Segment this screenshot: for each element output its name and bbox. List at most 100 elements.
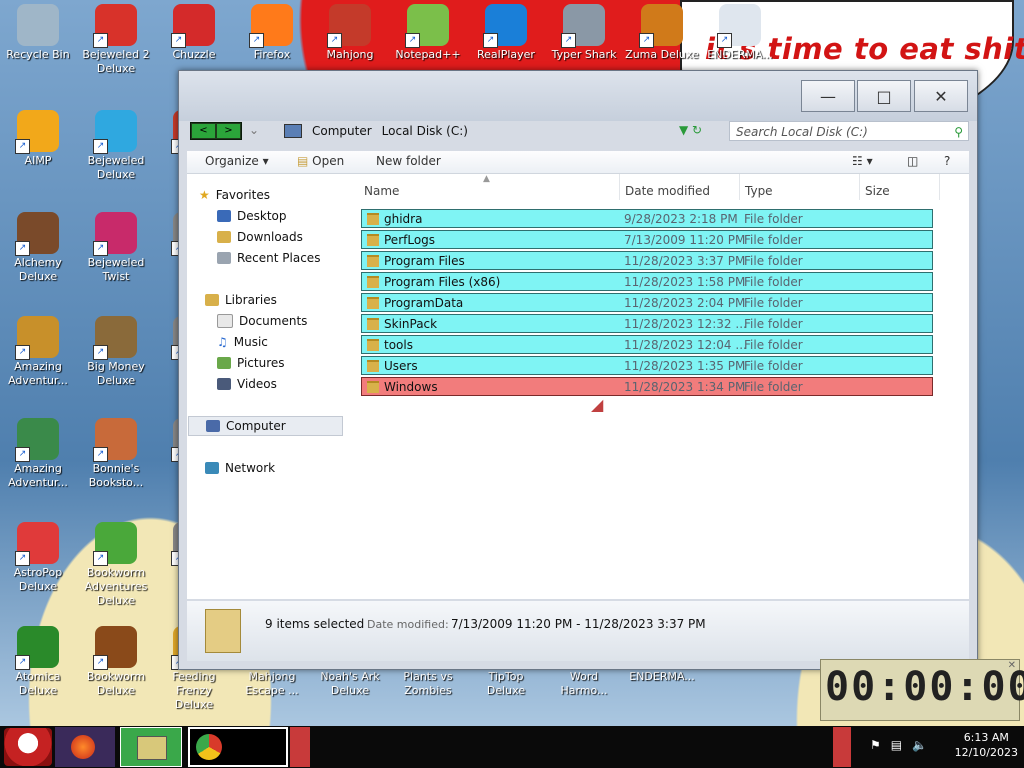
file-row[interactable]: Users 11/28/2023 1:35 PM File folder: [361, 356, 933, 375]
close-button[interactable]: ✕: [914, 80, 968, 112]
open-button[interactable]: ▤ Open: [297, 154, 344, 168]
desktop-icon-item[interactable]: ↗ENDERMA...: [702, 4, 778, 62]
breadcrumb[interactable]: Computer Local Disk (C:): [284, 121, 468, 141]
file-date: 11/28/2023 1:35 PM: [624, 359, 746, 373]
back-button[interactable]: <: [192, 124, 215, 138]
nav-favorites-label: Favorites: [215, 188, 270, 202]
nav-desktop[interactable]: Desktop: [217, 209, 287, 223]
desktop-icon-item[interactable]: ↗ Notepad++: [390, 4, 466, 62]
search-icon[interactable]: ⚲: [954, 122, 963, 142]
file-date: 11/28/2023 1:58 PM: [624, 275, 746, 289]
file-row[interactable]: SkinPack 11/28/2023 12:32 ... File folder: [361, 314, 933, 333]
taskbar-chrome[interactable]: [188, 727, 288, 767]
nav-recent-places[interactable]: Recent Places: [217, 251, 320, 265]
shortcut-arrow-icon: ↗: [405, 33, 420, 48]
nav-computer[interactable]: Computer: [188, 416, 343, 436]
column-separator[interactable]: [619, 174, 620, 200]
recent-pages-icon[interactable]: ⌄: [249, 123, 259, 137]
column-separator[interactable]: [739, 174, 740, 200]
maximize-icon: □: [876, 86, 892, 106]
desktop-icon-label: Bejeweled Twist: [87, 256, 145, 283]
desktop-icon-item[interactable]: ↗ Firefox: [234, 4, 310, 62]
file-row[interactable]: Program Files 11/28/2023 3:37 PM File fold…: [361, 251, 933, 270]
file-row[interactable]: Program Files (x86) 11/28/2023 1:58 PM Fil…: [361, 272, 933, 291]
file-row[interactable]: ghidra 9/28/2023 2:18 PM File folder: [361, 209, 933, 228]
maximize-button[interactable]: □: [857, 80, 911, 112]
desktop-icon-label: Typer Shark: [551, 48, 617, 61]
help-icon[interactable]: ?: [944, 154, 950, 168]
forward-button[interactable]: >: [217, 124, 240, 138]
desktop-icon-item[interactable]: ↗ AstroPop Deluxe: [0, 522, 76, 594]
desktop-icon-item[interactable]: ↗ Amazing Adventur...: [0, 418, 76, 490]
desktop-icon-label: ENDERMA...: [629, 670, 695, 683]
nav-music[interactable]: ♫ Music: [217, 335, 268, 349]
desktop-icon-item[interactable]: ↗ Bonnie's Booksto...: [78, 418, 154, 490]
desktop-icon-item[interactable]: ↗ Bookworm Deluxe: [78, 626, 154, 698]
new-folder-button[interactable]: New folder: [376, 154, 441, 168]
file-row[interactable]: ProgramData 11/28/2023 2:04 PM File folder: [361, 293, 933, 312]
minimize-button[interactable]: —: [801, 80, 855, 112]
desktop-icon-item[interactable]: ↗ Zuma Deluxe: [624, 4, 700, 62]
explorer-window[interactable]: — □ ✕ < > ⌄ Computer Local Disk (C:) ▼ ↻…: [178, 70, 978, 670]
breadcrumb-local-disk[interactable]: Local Disk (C:): [382, 124, 468, 138]
desktop-icon-item[interactable]: ↗ Bejeweled Deluxe: [78, 110, 154, 182]
taskbar-explorer[interactable]: [120, 727, 182, 767]
column-name[interactable]: Name: [364, 184, 399, 198]
shortcut-arrow-icon: ↗: [93, 447, 108, 462]
desktop-icon-item[interactable]: Recycle Bin: [0, 4, 76, 62]
file-type: File folder: [744, 380, 803, 394]
desktop-icon-item[interactable]: ↗ Bejeweled Twist: [78, 212, 154, 284]
title-bar[interactable]: — □ ✕: [179, 71, 977, 121]
date-modified-label: Date modified:: [367, 618, 449, 631]
desktop-icon-item[interactable]: ↗ AIMP: [0, 110, 76, 168]
nav-downloads[interactable]: Downloads: [217, 230, 303, 244]
refresh-icon[interactable]: ▼ ↻: [679, 123, 702, 137]
network-tray-icon[interactable]: ▤: [891, 738, 902, 752]
organize-button[interactable]: Organize ▾: [205, 154, 269, 168]
desktop-icon-item[interactable]: ↗ Bejeweled 2 Deluxe: [78, 4, 154, 76]
desktop-icon-item[interactable]: ↗ Atomica Deluxe: [0, 626, 76, 698]
column-separator[interactable]: [859, 174, 860, 200]
timer-close-icon[interactable]: ✕: [1008, 660, 1016, 671]
desktop-icon-item[interactable]: ↗ Mahjong: [312, 4, 388, 62]
nav-network[interactable]: Network: [205, 461, 275, 475]
file-row[interactable]: tools 11/28/2023 12:04 ... File folder: [361, 335, 933, 354]
search-input[interactable]: Search Local Disk (C:) ⚲: [729, 121, 969, 141]
volume-icon[interactable]: 🔈: [912, 738, 927, 752]
folder-icon: [367, 381, 379, 393]
nav-libraries[interactable]: Libraries: [205, 293, 277, 307]
timer-widget[interactable]: 00:00:00 ✕: [820, 659, 1024, 721]
column-size[interactable]: Size: [865, 184, 890, 198]
recycle-bin-icon: [17, 4, 59, 46]
view-options-icon[interactable]: ☷ ▾: [852, 154, 873, 168]
desktop-icon-item[interactable]: ↗ Typer Shark: [546, 4, 622, 62]
nav-documents[interactable]: Documents: [217, 314, 307, 328]
start-button[interactable]: [4, 728, 52, 766]
file-name: Windows: [384, 380, 438, 394]
clock[interactable]: 6:13 AM 12/10/2023: [955, 730, 1018, 760]
desktop-icon-item[interactable]: ↗ Amazing Adventur...: [0, 316, 76, 388]
breadcrumb-computer[interactable]: Computer: [312, 124, 372, 138]
desktop-icon-item[interactable]: ↗ Big Money Deluxe: [78, 316, 154, 388]
file-row[interactable]: Windows 11/28/2023 1:34 PM File folder: [361, 377, 933, 396]
desktop-icon-item[interactable]: ↗ Alchemy Deluxe: [0, 212, 76, 284]
nav-pictures[interactable]: Pictures: [217, 356, 285, 370]
column-type[interactable]: Type: [745, 184, 773, 198]
desktop-icon-item[interactable]: ↗ Bookworm Adventures Deluxe: [78, 522, 154, 608]
show-hidden-icons[interactable]: [833, 727, 851, 767]
nav-videos[interactable]: Videos: [217, 377, 277, 391]
nav-favorites[interactable]: ★ Favorites: [199, 188, 270, 202]
bookworm-adventures-icon: ↗: [93, 522, 137, 566]
taskbar-item[interactable]: [290, 727, 310, 767]
action-center-icon[interactable]: ⚑: [870, 738, 881, 752]
desktop-icon-item[interactable]: ↗ RealPlayer: [468, 4, 544, 62]
column-separator[interactable]: [939, 174, 940, 200]
desktop-icon-label: Word Harmo...: [560, 670, 608, 697]
clock-time: 6:13 AM: [963, 731, 1009, 744]
column-date-modified[interactable]: Date modified: [625, 184, 710, 198]
desktop-icon-item[interactable]: ↗ Chuzzle: [156, 4, 232, 62]
file-row[interactable]: PerfLogs 7/13/2009 11:20 PM File folder: [361, 230, 933, 249]
shortcut-arrow-icon: ↗: [93, 241, 108, 256]
preview-pane-icon[interactable]: ◫: [907, 154, 918, 168]
taskbar-firefox[interactable]: [55, 727, 115, 767]
